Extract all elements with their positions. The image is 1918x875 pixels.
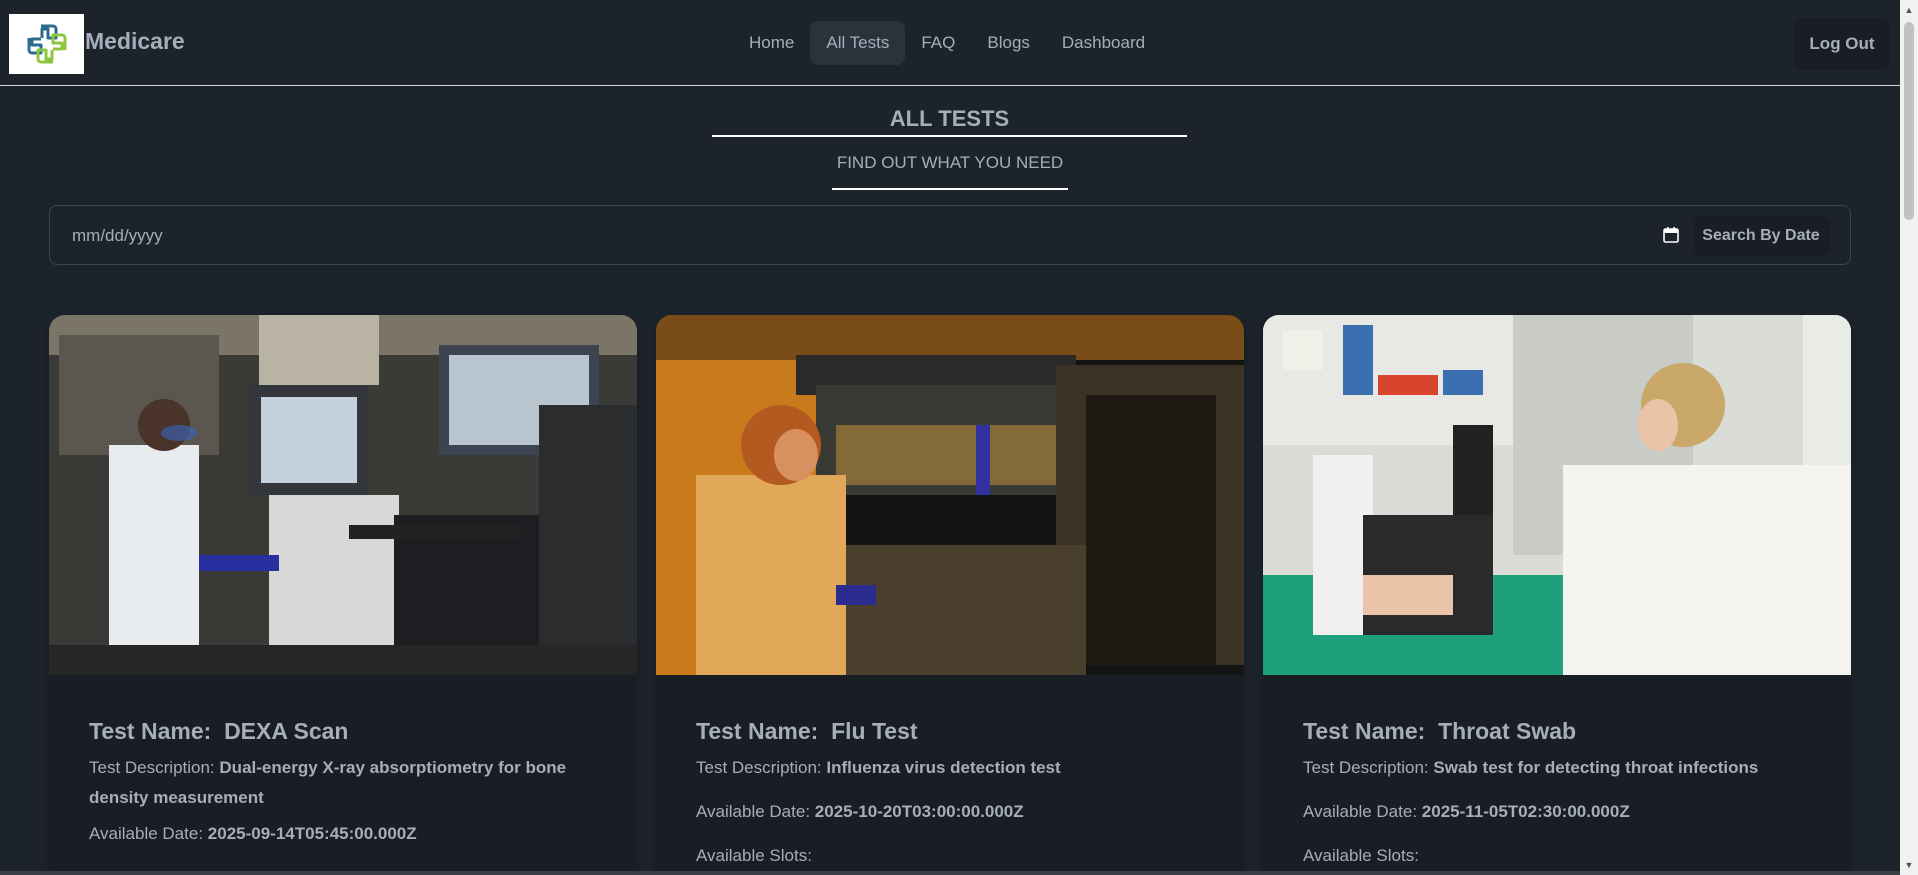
test-card: Test Name: DEXA Scan Test Description: D… (49, 315, 637, 875)
nav-item-all-tests[interactable]: All Tests (810, 21, 906, 65)
search-by-date-button[interactable]: Search By Date (1693, 216, 1829, 256)
page-subtitle: FIND OUT WHAT YOU NEED (832, 153, 1068, 190)
test-card-body: Test Name: Flu Test Test Description: In… (696, 715, 1196, 871)
page-scrollbar[interactable]: ▲ ▼ (1900, 0, 1918, 875)
test-card: Test Name: Flu Test Test Description: In… (656, 315, 1244, 875)
test-card: Test Name: Throat Swab Test Description:… (1263, 315, 1851, 875)
scrollbar-thumb[interactable] (1904, 22, 1914, 220)
test-description: Test Description: Dual-energy X-ray abso… (89, 758, 567, 807)
page-title: ALL TESTS (712, 106, 1187, 137)
calendar-icon[interactable] (1660, 224, 1682, 246)
test-name: Test Name: Throat Swab (1303, 718, 1577, 744)
navbar: Medicare Home All Tests FAQ Blogs Dashbo… (0, 0, 1900, 86)
viewport-bottom-edge (0, 871, 1900, 875)
logout-button[interactable]: Log Out (1795, 18, 1889, 70)
test-card-body: Test Name: DEXA Scan Test Description: D… (89, 715, 589, 849)
available-date: Available Date: 2025-10-20T03:00:00.000Z (696, 802, 1024, 821)
nav-item-dashboard[interactable]: Dashboard (1046, 21, 1161, 65)
test-image-microscope (1263, 315, 1851, 675)
available-slots: Available Slots: (696, 846, 812, 865)
test-description: Test Description: Swab test for detectin… (1303, 758, 1759, 777)
test-card-body: Test Name: Throat Swab Test Description:… (1303, 715, 1803, 871)
nav-item-faq[interactable]: FAQ (905, 21, 971, 65)
test-image-pipette-lab (656, 315, 1244, 675)
nav-item-blogs[interactable]: Blogs (971, 21, 1046, 65)
available-date: Available Date: 2025-09-14T05:45:00.000Z (89, 824, 417, 843)
date-search-form: mm/dd/yyyy Search By Date (49, 205, 1851, 265)
test-name: Test Name: Flu Test (696, 718, 918, 744)
test-image-lab-analyzer (49, 315, 637, 675)
nav-item-home[interactable]: Home (733, 21, 810, 65)
logo[interactable] (9, 14, 84, 74)
scroll-down-icon[interactable]: ▼ (1900, 857, 1918, 873)
date-input[interactable]: mm/dd/yyyy (72, 226, 163, 246)
brand-name[interactable]: Medicare (85, 28, 185, 55)
available-date: Available Date: 2025-11-05T02:30:00.000Z (1303, 802, 1630, 821)
test-name: Test Name: DEXA Scan (89, 718, 349, 744)
scroll-up-icon[interactable]: ▲ (1900, 2, 1918, 18)
test-description: Test Description: Influenza virus detect… (696, 758, 1061, 777)
available-slots: Available Slots: (1303, 846, 1419, 865)
medical-cross-logo-icon (27, 24, 66, 64)
main-nav: Home All Tests FAQ Blogs Dashboard (733, 21, 1161, 65)
